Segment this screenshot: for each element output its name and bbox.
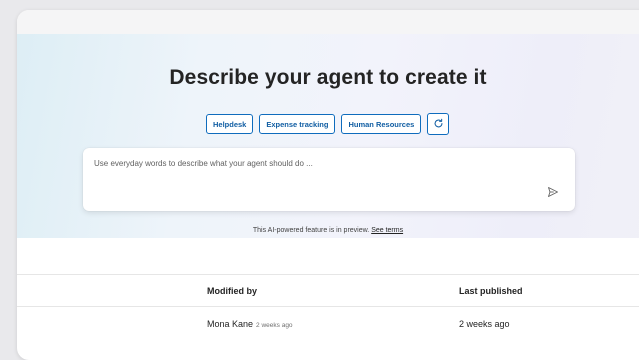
- modified-by-cell: Mona Kane 2 weeks ago: [207, 319, 293, 329]
- column-header-last-published[interactable]: Last published: [459, 286, 523, 296]
- top-bar: [17, 10, 639, 34]
- chip-helpdesk[interactable]: Helpdesk: [206, 114, 254, 134]
- refresh-suggestions-button[interactable]: [427, 113, 450, 135]
- agent-description-input[interactable]: Use everyday words to describe what your…: [83, 148, 575, 211]
- prompt-placeholder: Use everyday words to describe what your…: [94, 159, 313, 168]
- chip-expense-tracking[interactable]: Expense tracking: [259, 114, 336, 134]
- modified-time: 2 weeks ago: [256, 322, 293, 329]
- agent-creation-hero: Describe your agent to create it Helpdes…: [17, 34, 639, 238]
- page-title: Describe your agent to create it: [169, 66, 487, 89]
- refresh-icon: [433, 118, 444, 131]
- send-icon: [547, 185, 559, 203]
- column-header-modified-by[interactable]: Modified by: [207, 286, 257, 296]
- disclaimer-text: This AI-powered feature is in preview.: [252, 227, 370, 234]
- table-header: Modified by Last published: [17, 274, 639, 307]
- modifier-name: Mona Kane: [207, 319, 254, 329]
- last-published-cell: 2 weeks ago: [459, 319, 510, 329]
- table-row[interactable]: Mona Kane 2 weeks ago 2 weeks ago: [17, 307, 639, 340]
- suggestion-chips: Helpdesk Expense tracking Human Resource…: [206, 113, 450, 135]
- app-window: Describe your agent to create it Helpdes…: [17, 10, 639, 360]
- chip-human-resources[interactable]: Human Resources: [341, 114, 422, 134]
- see-terms-link[interactable]: See terms: [371, 227, 403, 234]
- preview-disclaimer: This AI-powered feature is in preview. S…: [17, 227, 639, 234]
- send-button[interactable]: [545, 186, 561, 202]
